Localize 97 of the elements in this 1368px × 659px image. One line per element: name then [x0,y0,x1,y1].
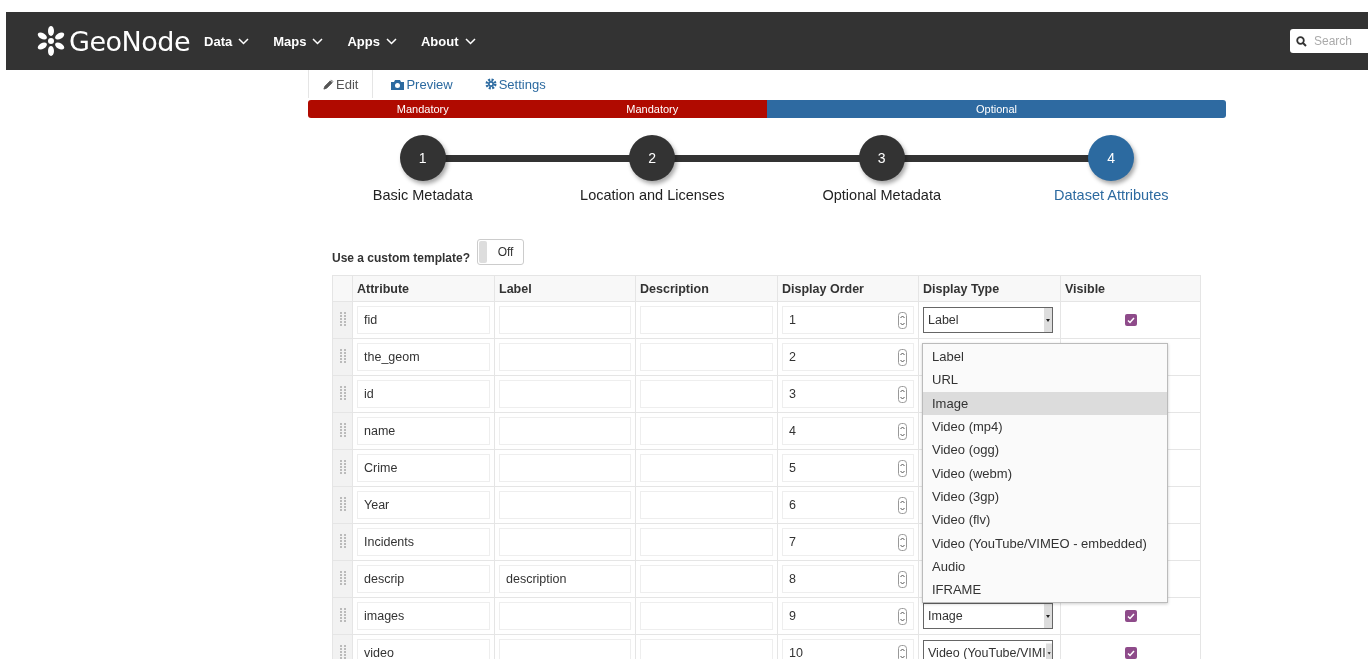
display-order-field[interactable]: 10 [782,639,914,659]
drag-handle-icon[interactable] [339,348,346,363]
dropdown-option[interactable]: Video (flv) [923,508,1167,532]
tab[interactable]: Edit [308,70,374,98]
attribute-field[interactable]: images [357,602,490,630]
caret-icon [1045,641,1052,659]
dropdown-option[interactable]: Video (3gp) [923,484,1167,509]
search-icon [1296,35,1307,47]
spinner-icon [898,570,907,588]
attribute-field[interactable]: Crime [357,454,490,482]
drag-handle-icon[interactable] [339,533,346,548]
attribute-field[interactable]: video [357,639,490,659]
step-label: Optional Metadata [822,187,941,203]
display-type-select[interactable]: Image [923,603,1053,629]
chevron-down-icon [385,37,397,45]
dropdown-option[interactable]: Video (webm) [923,461,1167,485]
nav-menu-item[interactable]: About [420,33,476,49]
step-label: Basic Metadata [372,187,473,203]
spinner-icon [898,348,907,366]
attribute-field[interactable]: Year [357,491,490,519]
spinner-icon [898,459,907,477]
dropdown-option[interactable]: Video (mp4) [923,414,1167,439]
attribute-field[interactable]: fid [357,306,490,334]
spinner-icon [898,311,907,329]
toggle-switch[interactable]: Off [477,239,525,265]
column-header: Attribute [352,275,495,302]
display-order-field[interactable]: 7 [782,528,914,556]
column-header: Display Order [777,275,919,302]
attribute-field[interactable]: Incidents [357,528,490,556]
attribute-field[interactable]: name [357,417,490,445]
attribute-field[interactable]: the_geom [357,343,490,371]
drag-handle-icon[interactable] [339,385,346,400]
display-order-field[interactable]: 4 [782,417,914,445]
progress-segment: Mandatory [308,100,538,118]
display-order-field[interactable]: 9 [782,602,914,630]
step-circle[interactable]: 1 [399,135,446,181]
step-label: Location and Licenses [580,187,725,203]
chevron-down-icon [312,37,324,45]
drag-handle-icon[interactable] [339,459,346,474]
display-order-field[interactable]: 3 [782,380,914,408]
pencil-icon [323,78,334,90]
display-order-field[interactable]: 8 [782,565,914,593]
visible-checkbox[interactable] [1124,314,1137,326]
attribute-field[interactable]: id [357,380,490,408]
display-order-field[interactable]: 1 [782,306,914,334]
gear-icon [484,78,497,90]
dropdown-option[interactable]: Audio [923,554,1167,578]
display-type-select[interactable]: Label [923,307,1053,333]
spinner-icon [898,496,907,514]
spinner-icon [898,422,907,440]
step-circle[interactable]: 2 [629,135,676,181]
chevron-down-icon [464,37,476,45]
visible-checkbox[interactable] [1124,647,1137,659]
attribute-field[interactable]: descrip [357,565,490,593]
drag-handle-icon[interactable] [339,607,346,622]
spinner-icon [898,607,907,625]
column-header: Label [494,275,636,302]
tab[interactable]: Settings [470,70,560,98]
caret-icon [1044,604,1052,628]
nav-menu-item[interactable]: Maps [273,33,324,49]
visible-checkbox[interactable] [1124,610,1137,622]
chevron-down-icon [238,37,250,45]
column-header: Display Type [918,275,1061,302]
brand-name[interactable]: GeoNode [69,25,191,57]
camera-icon [391,78,405,90]
column-header: Visible [1060,275,1201,302]
dropdown-option[interactable]: IFRAME [923,577,1167,602]
label-field[interactable]: description [499,565,631,593]
dropdown-option[interactable]: Image [923,391,1167,415]
spinner-icon [898,533,907,551]
spinner-icon [898,644,907,659]
display-order-field[interactable]: 6 [782,491,914,519]
display-order-field[interactable]: 2 [782,343,914,371]
step-circle[interactable]: 4 [1088,135,1135,181]
tab[interactable]: Preview [377,70,467,98]
progress-segment: Optional [767,100,1226,118]
nav-menu-item[interactable]: Data [204,33,250,49]
step-circle[interactable]: 3 [858,135,905,181]
column-header: Description [635,275,778,302]
progress-segment: Mandatory [537,100,767,118]
caret-icon [1044,308,1052,332]
spinner-icon [898,385,907,403]
display-order-field[interactable]: 5 [782,454,914,482]
dropdown-option[interactable]: Video (ogg) [923,438,1167,462]
dropdown-option[interactable]: Video (YouTube/VIMEO - embedded) [923,531,1167,555]
dropdown-option[interactable]: Label [923,345,1167,369]
drag-handle-icon[interactable] [339,422,346,437]
display-type-select[interactable]: Video (YouTube/VIMI [923,640,1053,659]
nav-menu-item[interactable]: Apps [347,33,397,49]
drag-handle-icon[interactable] [339,570,346,585]
drag-handle-icon[interactable] [339,311,346,326]
drag-handle-icon[interactable] [339,496,346,511]
custom-template-label: Use a custom template? [332,251,471,265]
dropdown-option[interactable]: URL [923,368,1167,392]
logo-icon [36,26,66,56]
drag-handle-icon[interactable] [339,644,346,659]
step-label: Dataset Attributes [1054,187,1169,203]
